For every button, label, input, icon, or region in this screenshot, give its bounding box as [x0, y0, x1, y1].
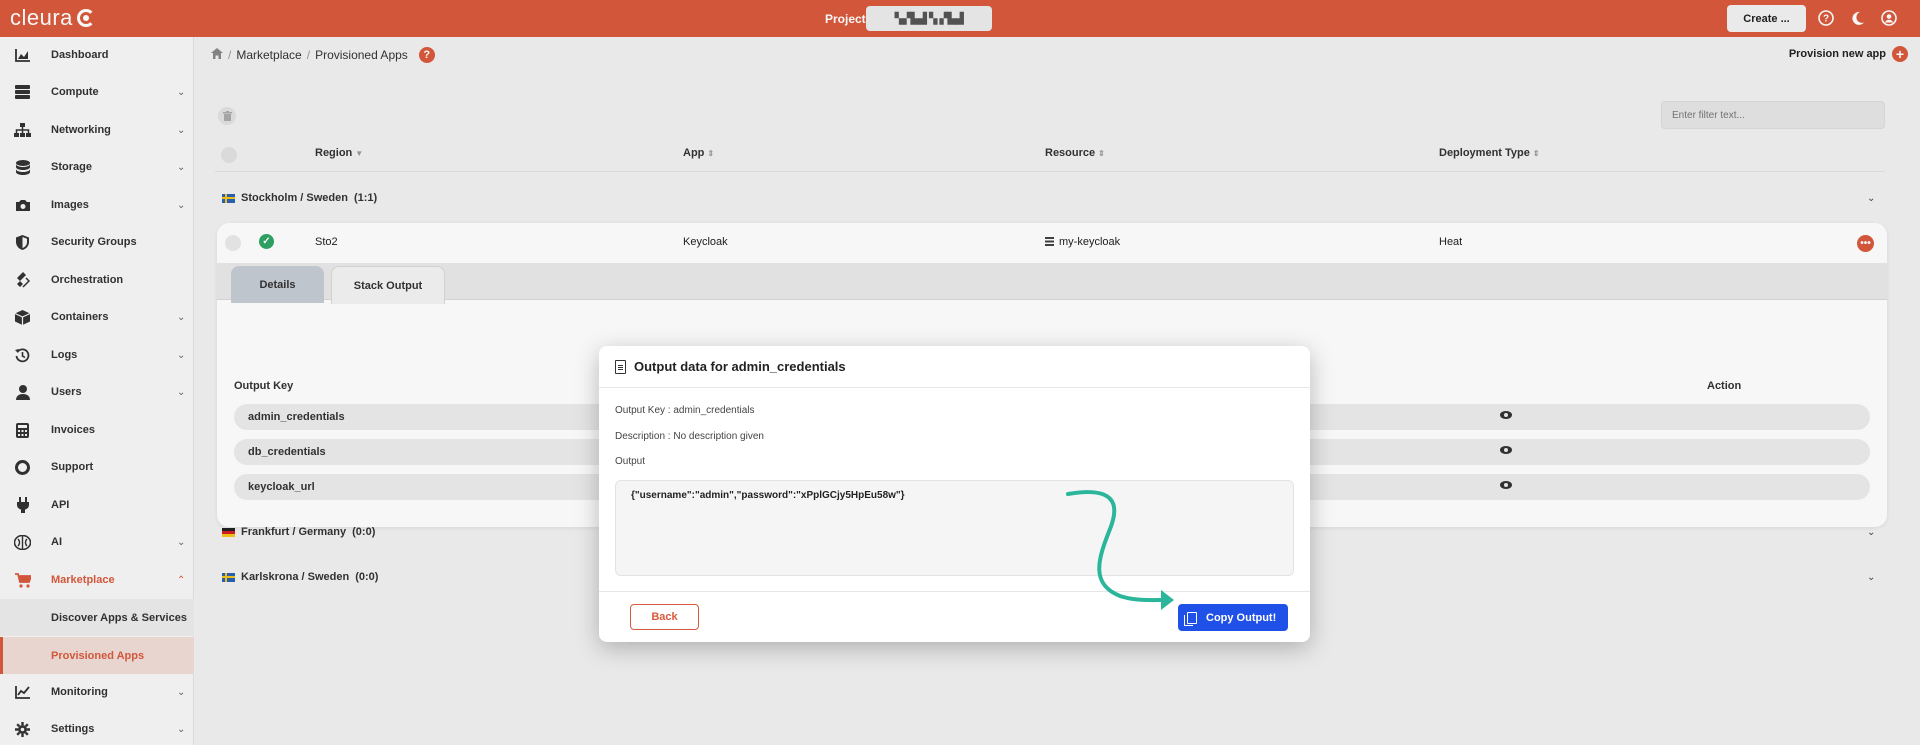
output-value: {"username":"admin","password":"xPplGCjy… [631, 490, 905, 501]
modal-title: Output data for admin_credentials [615, 359, 846, 374]
copy-output-label: Copy Output! [1206, 611, 1277, 624]
back-button[interactable]: Back [630, 604, 699, 630]
modal-output-label: Output [615, 456, 646, 467]
divider [599, 591, 1310, 592]
divider [599, 387, 1310, 388]
modal-description: Description : No description given [615, 431, 764, 442]
copy-output-button[interactable]: Copy Output! [1178, 604, 1288, 631]
output-modal: Output data for admin_credentials Output… [599, 346, 1310, 642]
document-icon [615, 359, 626, 374]
modal-output-key: Output Key : admin_credentials [615, 405, 755, 416]
output-textarea[interactable]: {"username":"admin","password":"xPplGCjy… [615, 480, 1294, 576]
copy-icon [1184, 611, 1197, 626]
modal-title-text: Output data for admin_credentials [634, 359, 846, 374]
